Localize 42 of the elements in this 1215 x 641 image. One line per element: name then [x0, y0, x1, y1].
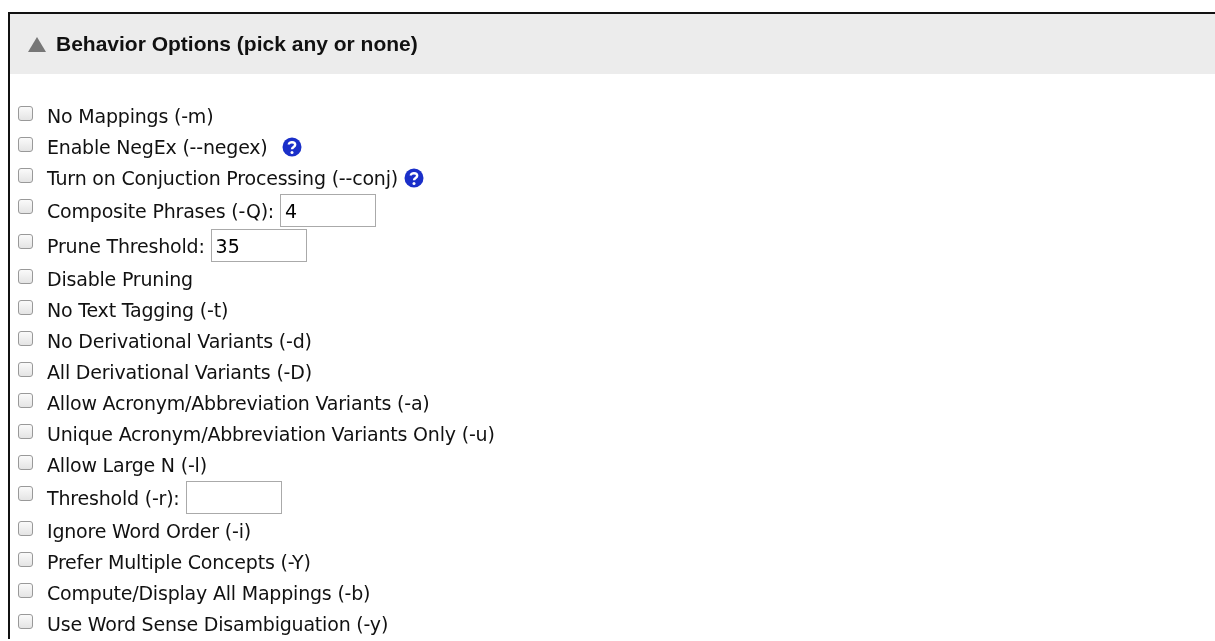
option-label: Prefer Multiple Concepts (-Y): [47, 550, 311, 573]
help-icon[interactable]: [281, 136, 302, 157]
collapse-triangle-icon[interactable]: [28, 36, 46, 52]
option-label: Enable NegEx (--negex): [47, 135, 268, 158]
checkbox[interactable]: [18, 300, 33, 315]
checkbox[interactable]: [18, 552, 33, 567]
option-label: Prune Threshold:: [47, 234, 205, 257]
option-label: Allow Large N (-l): [47, 453, 207, 476]
checkbox[interactable]: [18, 583, 33, 598]
checkbox[interactable]: [18, 393, 33, 408]
checkbox[interactable]: [18, 521, 33, 536]
option-label: Turn on Conjuction Processing (--conj): [47, 166, 398, 189]
checkbox[interactable]: [18, 137, 33, 152]
checkbox[interactable]: [18, 486, 33, 501]
option-label: Use Word Sense Disambiguation (-y): [47, 612, 389, 635]
checkbox[interactable]: [18, 331, 33, 346]
help-icon[interactable]: [404, 167, 424, 188]
option-label: Allow Acronym/Abbreviation Variants (-a): [47, 391, 430, 414]
checkbox[interactable]: [18, 362, 33, 377]
checkbox[interactable]: [18, 269, 33, 284]
checkbox[interactable]: [18, 168, 33, 183]
option-label: Composite Phrases (-Q):: [47, 199, 275, 222]
checkbox[interactable]: [18, 614, 33, 629]
text-input[interactable]: 35: [210, 229, 307, 262]
section-header[interactable]: Behavior Options (pick any or none): [10, 14, 1215, 74]
option-label: No Derivational Variants (-d): [47, 329, 312, 352]
option-label: No Mappings (-m): [47, 104, 214, 127]
section-title: Behavior Options (pick any or none): [56, 32, 418, 56]
option-label: Unique Acronym/Abbreviation Variants Only (-u): [47, 422, 495, 445]
option-label: Compute/Display All Mappings (-b): [47, 581, 371, 604]
option-label: Threshold (-r):: [47, 486, 180, 509]
option-label: All Derivational Variants (-D): [47, 360, 312, 383]
text-input[interactable]: 4: [280, 194, 377, 227]
option-label: Ignore Word Order (-i): [47, 519, 251, 542]
checkbox[interactable]: [18, 455, 33, 470]
option-label: No Text Tagging (-t): [47, 298, 229, 321]
checkbox[interactable]: [18, 199, 33, 214]
option-label: Disable Pruning: [47, 267, 193, 290]
text-input[interactable]: [185, 481, 282, 514]
checkbox[interactable]: [18, 106, 33, 121]
checkbox[interactable]: [18, 234, 33, 249]
checkbox[interactable]: [18, 424, 33, 439]
